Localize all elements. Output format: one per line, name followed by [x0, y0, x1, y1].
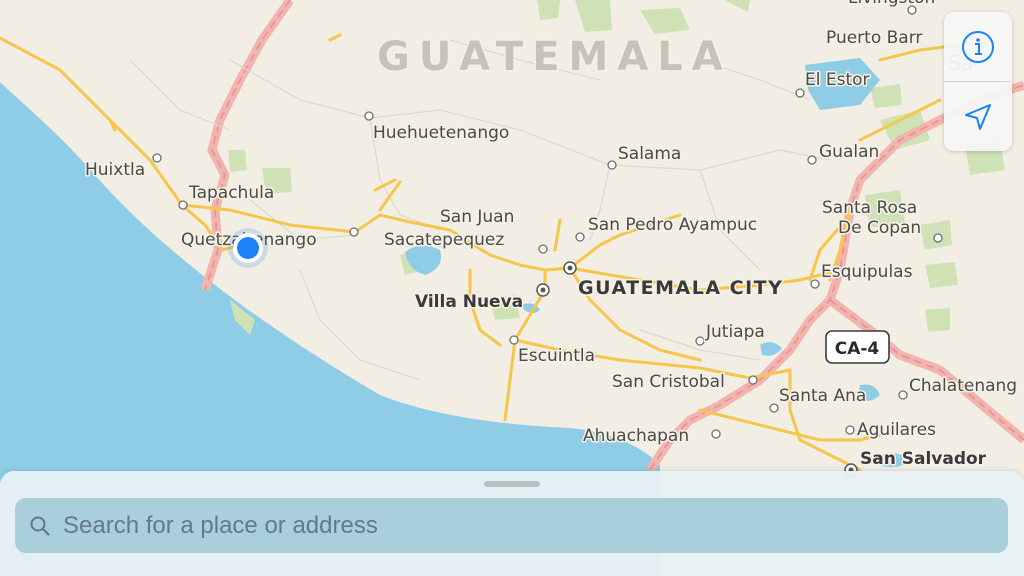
city-label-salama: Salama: [618, 144, 681, 164]
city-label-el-estor: El Estor: [805, 70, 870, 90]
info-button[interactable]: [944, 12, 1012, 81]
route-shield-ca4: CA-4: [825, 330, 890, 364]
city-label-san-pedro-ayampuc: San Pedro Ayampuc: [588, 215, 757, 235]
city-label-de-copan: De Copan: [838, 218, 921, 238]
city-label-puerto-barrios: Puerto Barr: [826, 28, 922, 48]
city-label-livingston: Livingston: [848, 0, 935, 8]
sheet-grabber[interactable]: [484, 481, 540, 487]
city-label-tapachula: Tapachula: [188, 183, 274, 203]
search-bar[interactable]: [15, 498, 1008, 553]
city-label-santa-rosa: Santa Rosa: [822, 198, 917, 218]
city-label-gualan: Gualan: [819, 142, 879, 162]
city-label-chalatenango: Chalatenang: [909, 376, 1017, 396]
city-label-aguilares: Aguilares: [857, 420, 936, 440]
country-label: GUATEMALA: [377, 34, 732, 80]
city-label-guatemala-city: GUATEMALA CITY: [578, 277, 783, 299]
map-controls: [944, 12, 1012, 151]
city-label-huixtla: Huixtla: [85, 160, 145, 180]
city-label-jutiapa: Jutiapa: [705, 322, 765, 342]
city-label-villa-nueva: Villa Nueva: [415, 292, 523, 312]
city-label-santa-ana: Santa Ana: [779, 386, 866, 406]
info-icon: [962, 30, 994, 63]
location-arrow-icon: [965, 103, 991, 130]
current-location-button[interactable]: [944, 82, 1012, 151]
search-icon: [30, 516, 50, 536]
search-input[interactable]: [61, 510, 1008, 541]
city-label-san-salvador: San Salvador: [860, 449, 987, 469]
city-label-esquipulas: Esquipulas: [821, 262, 913, 282]
city-label-san-cristobal: San Cristobal: [612, 372, 725, 392]
search-sheet: [0, 471, 1024, 576]
city-label-huehuetenango: Huehuetenango: [373, 123, 509, 143]
route-shield-label: CA-4: [835, 339, 880, 359]
city-label-ahuachapan: Ahuachapan: [583, 426, 689, 446]
city-label-escuintla: Escuintla: [518, 346, 595, 366]
user-location-marker[interactable]: [228, 228, 268, 268]
city-label-sacatepequez: Sacatepequez: [384, 230, 504, 250]
city-label-san-juan: San Juan: [440, 207, 514, 227]
